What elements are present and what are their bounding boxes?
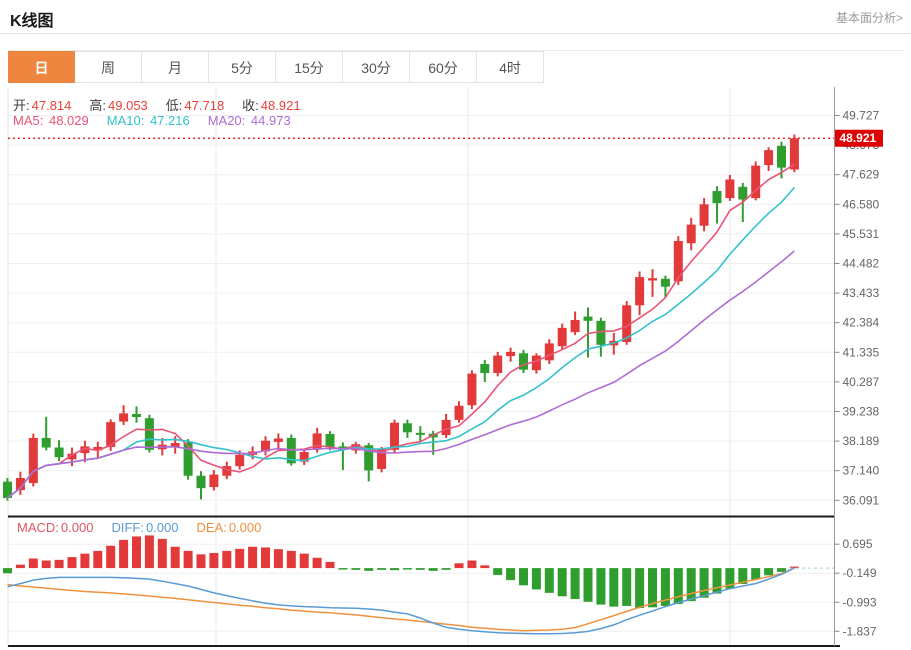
ma20-line [8,251,795,498]
grid-lines [8,87,834,646]
ma20-readout: MA20: 44.973 [208,113,291,128]
price-axis: 49.72748.67847.62946.58045.53144.48243.4… [835,87,880,646]
ma10-readout: MA10: 47.216 [107,113,190,128]
tab-60min[interactable]: 60分 [410,51,477,83]
tab-week[interactable]: 周 [75,51,142,83]
axis-tick-label: 42.384 [843,316,880,330]
open-readout: 开:47.814 [13,95,71,114]
axis-tick-label: -0.993 [843,595,877,609]
axis-tick-label: 46.580 [843,197,880,211]
ma5-readout: MA5: 48.029 [13,113,89,128]
axis-tick-label: 41.335 [843,345,880,359]
tab-4hour[interactable]: 4时 [477,51,544,83]
axis-tick-label: 49.727 [843,109,880,123]
page-title: K线图 [10,7,54,31]
tab-5min[interactable]: 5分 [209,51,276,83]
axis-tick-label: 0.695 [843,537,873,551]
axis-tick-label: 45.531 [843,227,880,241]
axis-tick-label: 38.189 [843,434,880,448]
tab-day[interactable]: 日 [8,51,75,83]
tab-15min[interactable]: 15分 [276,51,343,83]
macd-value: MACD:0.000 [17,520,93,535]
ohlc-readout: 开:47.814 高:49.053 低:47.718 收:48.921 [13,95,301,114]
axis-tick-label: -0.149 [843,566,877,580]
fundamental-analysis-link[interactable]: 基本面分析> [836,9,903,26]
axis-tick-label: 44.482 [843,257,880,271]
axis-tick-label: 47.629 [843,168,880,182]
axis-tick-label: 36.091 [843,493,880,507]
axis-tick-label: 37.140 [843,464,880,478]
page-header: K线图 基本面分析> [0,0,911,34]
diff-value: DIFF:0.000 [111,520,178,535]
macd-lines-layer [8,568,835,634]
axis-tick-label: 39.238 [843,405,880,419]
macd-readout: MACD:0.000 DIFF:0.000 DEA:0.000 [17,520,261,535]
axis-tick-label: -1.837 [843,624,877,638]
tab-month[interactable]: 月 [142,51,209,83]
current-price-tag: 48.921 [835,130,883,147]
current-price-tag-label: 48.921 [840,131,877,145]
ma-lines-layer [8,164,795,498]
interval-tabbar: 日 周 月 5分 15分 30分 60分 4时 [8,50,905,84]
close-readout: 收:48.921 [242,95,300,114]
axis-tick-label: 40.287 [843,375,880,389]
dea-value: DEA:0.000 [196,520,261,535]
high-readout: 高:49.053 [89,95,147,114]
tab-30min[interactable]: 30分 [343,51,410,83]
low-readout: 低:47.718 [166,95,224,114]
ma5-line [8,164,795,498]
ma-readout: MA5: 48.029 MA10: 47.216 MA20: 44.973 [13,113,291,128]
axis-tick-label: 43.433 [843,286,880,300]
